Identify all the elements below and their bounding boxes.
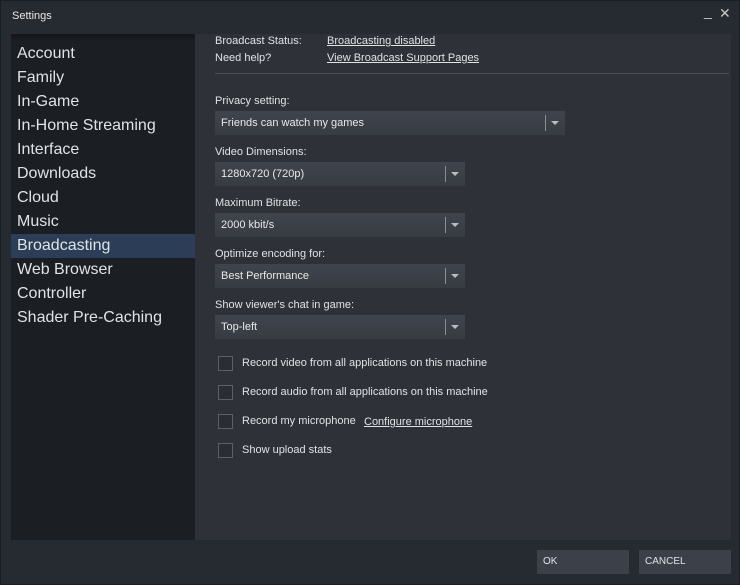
chevron-down-icon [451, 274, 459, 278]
chat-value: Top-left [221, 321, 258, 333]
record-video-checkbox[interactable] [218, 356, 233, 371]
broadcast-status-link[interactable]: Broadcasting disabled [327, 35, 435, 47]
configure-microphone-link[interactable]: Configure microphone [364, 416, 472, 428]
record-audio-checkbox[interactable] [218, 385, 233, 400]
upload-stats-label[interactable]: Show upload stats [242, 444, 332, 456]
privacy-value: Friends can watch my games [221, 117, 365, 129]
sidebar-item-broadcasting[interactable]: Broadcasting [11, 234, 195, 258]
sidebar-item-in-home-streaming[interactable]: In-Home Streaming [11, 114, 195, 138]
dimensions-dropdown[interactable]: 1280x720 (720p) [215, 162, 465, 186]
dimensions-label: Video Dimensions: [215, 146, 307, 158]
upload-stats-checkbox[interactable] [218, 443, 233, 458]
record-microphone-checkbox[interactable] [218, 414, 233, 429]
broadcast-settings-panel: Broadcast Status: Broadcasting disabled … [195, 34, 731, 540]
chat-dropdown[interactable]: Top-left [215, 315, 465, 339]
sidebar-item-in-game[interactable]: In-Game [11, 90, 195, 114]
sidebar-item-shader-pre-caching[interactable]: Shader Pre-Caching [11, 306, 195, 330]
encoding-dropdown[interactable]: Best Performance [215, 264, 465, 288]
bitrate-dropdown[interactable]: 2000 kbit/s [215, 213, 465, 237]
bitrate-label: Maximum Bitrate: [215, 197, 301, 209]
sidebar-item-account[interactable]: Account [11, 42, 195, 66]
chevron-down-icon [551, 121, 559, 125]
settings-window: Settings _ ✕ Account Family In-Game In-H… [0, 0, 740, 585]
encoding-label: Optimize encoding for: [215, 248, 326, 260]
broadcast-status-label: Broadcast Status: [215, 35, 302, 47]
chat-label: Show viewer's chat in game: [215, 299, 355, 311]
chevron-down-icon [451, 325, 459, 329]
ok-button[interactable]: OK [537, 550, 629, 574]
close-button[interactable]: ✕ [719, 5, 731, 22]
record-video-label[interactable]: Record video from all applications on th… [242, 357, 487, 369]
minimize-button[interactable]: _ [704, 3, 712, 19]
privacy-dropdown[interactable]: Friends can watch my games [215, 111, 565, 135]
chevron-down-icon [451, 172, 459, 176]
sidebar-item-family[interactable]: Family [11, 66, 195, 90]
chevron-down-icon [451, 223, 459, 227]
bitrate-value: 2000 kbit/s [221, 219, 275, 231]
encoding-value: Best Performance [221, 270, 310, 282]
window-title: Settings [12, 10, 52, 22]
record-microphone-label[interactable]: Record my microphone [242, 415, 356, 427]
need-help-label: Need help? [215, 52, 272, 64]
record-audio-label[interactable]: Record audio from all applications on th… [242, 386, 488, 398]
sidebar: Account Family In-Game In-Home Streaming… [11, 34, 195, 540]
privacy-label: Privacy setting: [215, 95, 290, 107]
sidebar-item-music[interactable]: Music [11, 210, 195, 234]
cancel-button[interactable]: CANCEL [639, 550, 731, 574]
sidebar-item-web-browser[interactable]: Web Browser [11, 258, 195, 282]
sidebar-item-cloud[interactable]: Cloud [11, 186, 195, 210]
dimensions-value: 1280x720 (720p) [221, 168, 305, 180]
support-pages-link[interactable]: View Broadcast Support Pages [327, 52, 479, 64]
sidebar-item-controller[interactable]: Controller [11, 282, 195, 306]
sidebar-item-downloads[interactable]: Downloads [11, 162, 195, 186]
sidebar-item-interface[interactable]: Interface [11, 138, 195, 162]
divider [215, 73, 729, 74]
